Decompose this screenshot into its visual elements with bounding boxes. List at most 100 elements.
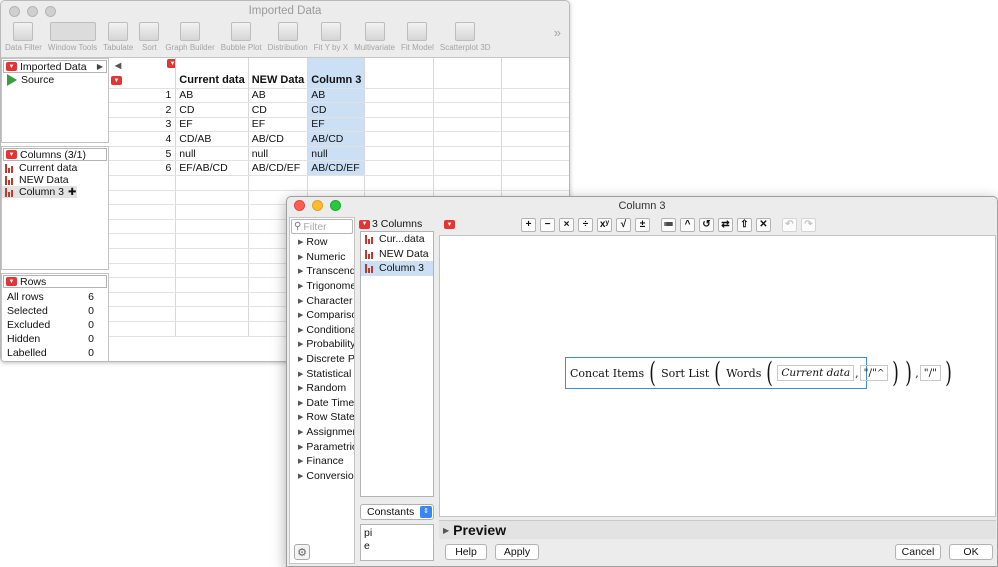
red-triangle-menu-icon[interactable]: ▼ xyxy=(359,219,370,229)
table-script-source[interactable]: Source xyxy=(2,74,108,86)
toolbar-fit-model[interactable]: Fit Model xyxy=(401,22,434,52)
swap-button[interactable]: ⇄ xyxy=(718,217,733,232)
red-triangle-menu-icon[interactable]: ▼ xyxy=(111,76,122,85)
column-header-selected[interactable]: Column 3 xyxy=(307,58,366,89)
column-header[interactable]: Current data xyxy=(175,58,249,89)
disclosure-triangle-icon: ▶ xyxy=(298,399,304,407)
redo-button[interactable]: ↷ xyxy=(801,217,816,232)
function-category[interactable]: ▶ Date Time xyxy=(290,396,354,411)
red-triangle-menu-icon[interactable]: ▼ xyxy=(167,59,175,68)
formula-expression[interactable]: Concat Items ( Sort List ( Words ( Curre… xyxy=(565,357,952,389)
function-category[interactable]: ▶ Trigonome xyxy=(290,279,354,294)
concat-items-function[interactable]: Concat Items xyxy=(568,360,646,386)
divide-button[interactable]: ÷ xyxy=(578,217,593,232)
formula-canvas[interactable]: Concat Items ( Sort List ( Words ( Curre… xyxy=(439,235,996,517)
insert-up-button[interactable]: ^ xyxy=(680,217,695,232)
function-filter-input[interactable]: ⚲ Filter xyxy=(291,219,353,234)
toolbar-tabulate[interactable]: Tabulate xyxy=(103,22,133,52)
function-category[interactable]: ▶ Discrete Pr xyxy=(290,352,354,367)
column-list-item-selected[interactable]: Column 3 xyxy=(361,261,433,276)
peel-button[interactable]: ↺ xyxy=(699,217,714,232)
constant-item[interactable]: pi xyxy=(364,527,430,540)
toolbar-multivariate[interactable]: Multivariate xyxy=(354,22,395,52)
toolbar-fit-y-by-x[interactable]: Fit Y by X xyxy=(314,22,348,52)
sort-list-function[interactable]: Sort List xyxy=(659,360,711,386)
function-category[interactable]: ▶ Transcend xyxy=(290,264,354,279)
disclosure-triangle-icon: ▶ xyxy=(298,341,304,349)
row-header-corner[interactable]: ◀ ▼ ▼ xyxy=(109,58,177,89)
disclosure-triangle-icon: ▶ xyxy=(298,385,304,393)
root-button[interactable]: √ xyxy=(616,217,631,232)
toolbar-bubble-plot[interactable]: Bubble Plot xyxy=(221,22,262,52)
rows-panel-header[interactable]: ▼ Rows xyxy=(3,275,107,288)
function-category[interactable]: ▶ Assignmen xyxy=(290,425,354,440)
column-list-item[interactable]: NEW Data xyxy=(361,247,433,262)
toolbar-sort[interactable]: Sort xyxy=(139,22,160,52)
table-row[interactable]: 6 EF/AB/CD AB/CD/EF AB/CD/EF xyxy=(109,160,569,177)
toolbar-scatterplot-3d[interactable]: Scatterplot 3D xyxy=(440,22,491,52)
function-category[interactable]: ▶ Numeric xyxy=(290,250,354,265)
expand-right-icon[interactable]: ▶ xyxy=(97,62,103,71)
table-panel-header[interactable]: ▼ Imported Data ▶ xyxy=(3,60,107,73)
red-triangle-menu-icon[interactable]: ▼ xyxy=(6,277,17,286)
delimiter-argument[interactable]: "/" xyxy=(919,365,941,381)
constant-item[interactable]: e xyxy=(364,540,430,553)
table-row[interactable]: 4 CD/AB AB/CD AB/CD xyxy=(109,131,569,147)
minimize-window-button[interactable] xyxy=(312,200,323,211)
red-triangle-menu-icon[interactable]: ▼ xyxy=(444,220,455,229)
delimiter-argument[interactable]: "/"^ xyxy=(859,365,889,381)
disclosure-triangle-icon[interactable]: ▶ xyxy=(443,526,449,535)
columns-chooser-header[interactable]: ▼ 3 Columns xyxy=(359,217,435,231)
toolbar-overflow-icon[interactable]: » xyxy=(554,25,561,40)
data-filter-icon xyxy=(13,22,34,41)
gear-icon[interactable]: ⚙ xyxy=(294,544,310,560)
words-function[interactable]: Words xyxy=(724,360,763,386)
triangle-left-icon[interactable]: ◀ xyxy=(115,61,121,70)
add-button[interactable]: + xyxy=(521,217,536,232)
red-triangle-menu-icon[interactable]: ▼ xyxy=(6,150,17,159)
column-item[interactable]: Current data xyxy=(2,162,108,174)
function-category[interactable]: ▶ Random xyxy=(290,381,354,396)
function-category[interactable]: ▶ Row State xyxy=(290,410,354,425)
apply-button[interactable]: Apply xyxy=(495,544,539,560)
function-category[interactable]: ▶Conversion xyxy=(290,469,354,484)
multiply-button[interactable]: × xyxy=(559,217,574,232)
columns-panel-header[interactable]: ▼ Columns (3/1) xyxy=(3,148,107,161)
column-item[interactable]: NEW Data xyxy=(2,174,108,186)
toolbar-graph-builder[interactable]: Graph Builder xyxy=(165,22,215,52)
sign-button[interactable]: ± xyxy=(635,217,650,232)
table-row[interactable]: 2 CD CD CD xyxy=(109,102,569,118)
preview-section[interactable]: ▶ Preview xyxy=(439,520,996,539)
table-row[interactable]: 5 null null null xyxy=(109,146,569,162)
column-item-selected[interactable]: Column 3 ✚ xyxy=(2,186,77,198)
undo-button[interactable]: ↶ xyxy=(782,217,797,232)
constants-select[interactable]: Constants ⇕ xyxy=(360,504,434,520)
function-category[interactable]: ▶ Probability xyxy=(290,337,354,352)
table-row[interactable]: 3 EF EF EF xyxy=(109,117,569,133)
assign-button[interactable]: ≔ xyxy=(661,217,676,232)
cancel-button[interactable]: Cancel xyxy=(895,544,941,560)
function-category[interactable]: ▶ Row xyxy=(290,235,354,250)
function-category[interactable]: ▶ Finance xyxy=(290,454,354,469)
function-category[interactable]: ▶ Conditiona xyxy=(290,323,354,338)
column-list-item[interactable]: Cur...data xyxy=(361,232,433,247)
function-category[interactable]: ▶ Character xyxy=(290,293,354,308)
column-argument[interactable]: Current data xyxy=(777,365,855,381)
table-row[interactable]: 1 AB AB AB xyxy=(109,88,569,104)
ok-button[interactable]: OK xyxy=(949,544,993,560)
zoom-window-button[interactable] xyxy=(330,200,341,211)
move-up-button[interactable]: ⇧ xyxy=(737,217,752,232)
function-category[interactable]: ▶ Parametric xyxy=(290,439,354,454)
help-button[interactable]: Help xyxy=(445,544,487,560)
function-category[interactable]: ▶ Compariso xyxy=(290,308,354,323)
red-triangle-menu-icon[interactable]: ▼ xyxy=(6,62,17,71)
power-button[interactable]: xʸ xyxy=(597,217,612,232)
subtract-button[interactable]: − xyxy=(540,217,555,232)
column-header[interactable]: NEW Data xyxy=(248,58,309,89)
function-category[interactable]: ▶ Statistical xyxy=(290,366,354,381)
close-window-button[interactable] xyxy=(294,200,305,211)
toolbar-window-tools[interactable]: Window Tools xyxy=(48,22,97,52)
delete-button[interactable]: ✕ xyxy=(756,217,771,232)
toolbar-distribution[interactable]: Distribution xyxy=(268,22,308,52)
toolbar-data-filter[interactable]: Data Filter xyxy=(5,22,42,52)
